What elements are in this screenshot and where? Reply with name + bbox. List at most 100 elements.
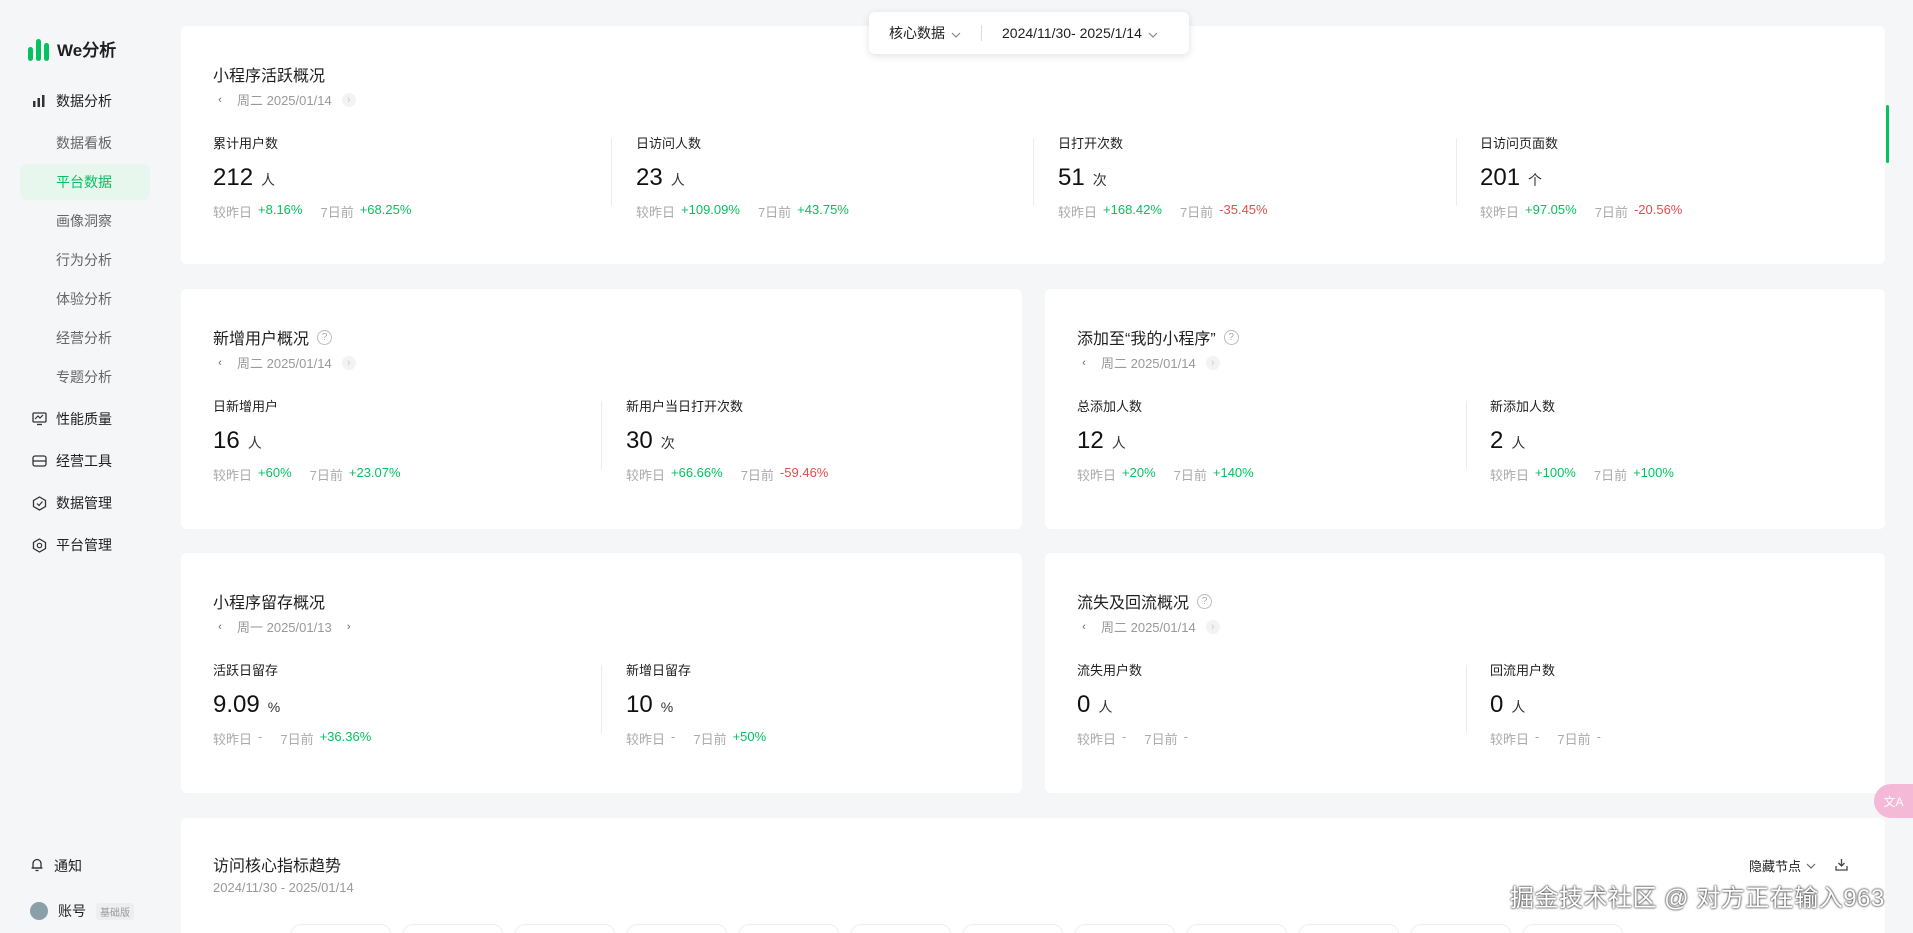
metric-value: 2 [1490, 427, 1504, 454]
account-badge: 基础版 [96, 902, 134, 920]
metric-tab[interactable] [739, 924, 839, 933]
prev-day-icon[interactable]: ‹ [1077, 356, 1091, 370]
metric-comparison: 较昨日 -7日前 - [1077, 729, 1188, 748]
sidebar: We分析 数据分析 数据看板 平台数据 画像洞察 行为分析 体验分析 经营分析 … [0, 0, 165, 933]
card-title: 小程序活跃概况 [213, 62, 325, 86]
help-icon[interactable]: ? [1197, 593, 1213, 609]
metric-tab[interactable] [1187, 924, 1287, 933]
prev-day-icon[interactable]: ‹ [1077, 620, 1091, 634]
metric-tab[interactable] [1075, 924, 1175, 933]
vs-yesterday-label: 较昨日 [1077, 468, 1117, 483]
sidebar-item-experience[interactable]: 体验分析 [20, 281, 150, 317]
metric-unit: 人 [1511, 699, 1526, 715]
vs-yesterday-value: +109.09% [681, 202, 740, 217]
metric-tab[interactable] [851, 924, 951, 933]
account-link[interactable]: 账号 基础版 [30, 901, 160, 921]
metric-comparison: 较昨日 +8.16% 7日前 +68.25% [213, 202, 411, 221]
help-icon[interactable]: ? [317, 329, 333, 345]
metric-unit: 个 [1528, 172, 1543, 188]
metric-comparison: 较昨日 +100% 7日前 +100% [1490, 465, 1674, 484]
metric-tab[interactable] [627, 924, 727, 933]
metric-value: 0 [1490, 691, 1504, 718]
sidebar-item-behavior[interactable]: 行为分析 [20, 242, 150, 278]
vs-yesterday-value: +66.66% [671, 465, 723, 480]
translate-icon[interactable]: 文A [1874, 784, 1913, 818]
vs-yesterday-label: 较昨日 [1490, 468, 1530, 483]
vs-7days-value: +140% [1212, 465, 1254, 480]
vs-yesterday-value: +20% [1122, 465, 1156, 480]
trend-actions: 隐藏节点 [1749, 856, 1849, 875]
vs-7days-value: -59.46% [779, 465, 829, 480]
card-title: 小程序留存概况 [213, 589, 325, 613]
metric-label: 日访问页面数 [1480, 136, 1559, 151]
metric-comparison: 较昨日 +20% 7日前 +140% [1077, 465, 1254, 484]
metric-tab[interactable] [515, 924, 615, 933]
metric-value: 0 [1077, 691, 1091, 718]
next-day-icon: › [1205, 355, 1220, 370]
sidebar-item-data-management[interactable]: 数据管理 [20, 482, 150, 524]
prev-day-icon[interactable]: ‹ [213, 356, 227, 370]
metric-tab[interactable] [1523, 924, 1623, 933]
vs-7days-label: 7日前 [1179, 205, 1214, 220]
divider [1466, 401, 1467, 469]
sidebar-item-business[interactable]: 经营分析 [20, 320, 150, 356]
prev-day-icon[interactable]: ‹ [213, 620, 227, 634]
metric-value: 212 [213, 164, 254, 191]
sidebar-item-platform-data[interactable]: 平台数据 [20, 164, 150, 200]
date-range-picker[interactable]: 2024/11/30- 2025/1/14 [982, 25, 1178, 41]
vs-7days-label: 7日前 [280, 732, 314, 747]
sidebar-item-performance[interactable]: 性能质量 [20, 398, 150, 440]
sidebar-item-persona[interactable]: 画像洞察 [20, 203, 150, 239]
help-icon[interactable]: ? [1223, 329, 1239, 345]
current-date: 周二 2025/01/14 [237, 93, 332, 108]
next-day-icon: › [341, 92, 356, 107]
metric-value: 16 [213, 427, 240, 454]
download-icon[interactable] [1834, 857, 1849, 875]
sidebar-item-tools[interactable]: 经营工具 [20, 440, 150, 482]
metric-label: 新用户当日打开次数 [626, 399, 744, 414]
vs-7days-value: -20.56% [1633, 202, 1683, 217]
metric-tab[interactable] [403, 924, 503, 933]
metric-tab[interactable] [291, 924, 391, 933]
divider [1456, 138, 1457, 206]
vs-7days-label: 7日前 [1593, 468, 1628, 483]
prev-day-icon[interactable]: ‹ [213, 93, 227, 107]
metric-tab[interactable] [1299, 924, 1399, 933]
vs-yesterday-value: +168.42% [1103, 202, 1162, 217]
vs-7days-label: 7日前 [1173, 468, 1207, 483]
vs-yesterday-value: - [1122, 729, 1127, 744]
sidebar-item-topic[interactable]: 专题分析 [20, 359, 150, 395]
metric-unit: 人 [1511, 435, 1526, 451]
sidebar-item-data-analysis[interactable]: 数据分析 [20, 80, 150, 122]
metric-label: 日打开次数 [1058, 136, 1124, 151]
divider [601, 401, 602, 469]
scrollbar-thumb[interactable] [1886, 105, 1889, 163]
notifications-link[interactable]: 通知 [30, 856, 160, 876]
avatar [30, 902, 48, 920]
metric-value-row: 0人 [1490, 691, 1601, 719]
metric-tab[interactable] [1411, 924, 1511, 933]
category-select[interactable]: 核心数据 [869, 23, 981, 43]
vs-yesterday-value: +97.05% [1525, 202, 1577, 217]
vs-7days-value: +68.25% [359, 202, 412, 217]
date-navigator: ‹ 周二 2025/01/14 › [213, 353, 356, 372]
next-day-icon[interactable]: › [342, 620, 356, 634]
hide-nodes-toggle[interactable]: 隐藏节点 [1749, 856, 1816, 875]
vs-7days-value: - [1596, 729, 1601, 744]
metric-unit: % [660, 699, 674, 715]
sidebar-item-label: 性能质量 [56, 411, 112, 427]
sidebar-item-label: 平台管理 [56, 537, 112, 553]
vs-yesterday-value: +8.16% [258, 202, 303, 217]
logo-text: We分析 [57, 41, 117, 60]
sidebar-item-dashboard[interactable]: 数据看板 [20, 125, 150, 161]
sidebar-item-platform-management[interactable]: 平台管理 [20, 524, 150, 566]
metric-tab[interactable] [963, 924, 1063, 933]
next-day-icon: › [1205, 619, 1220, 634]
logo[interactable]: We分析 [28, 36, 116, 61]
